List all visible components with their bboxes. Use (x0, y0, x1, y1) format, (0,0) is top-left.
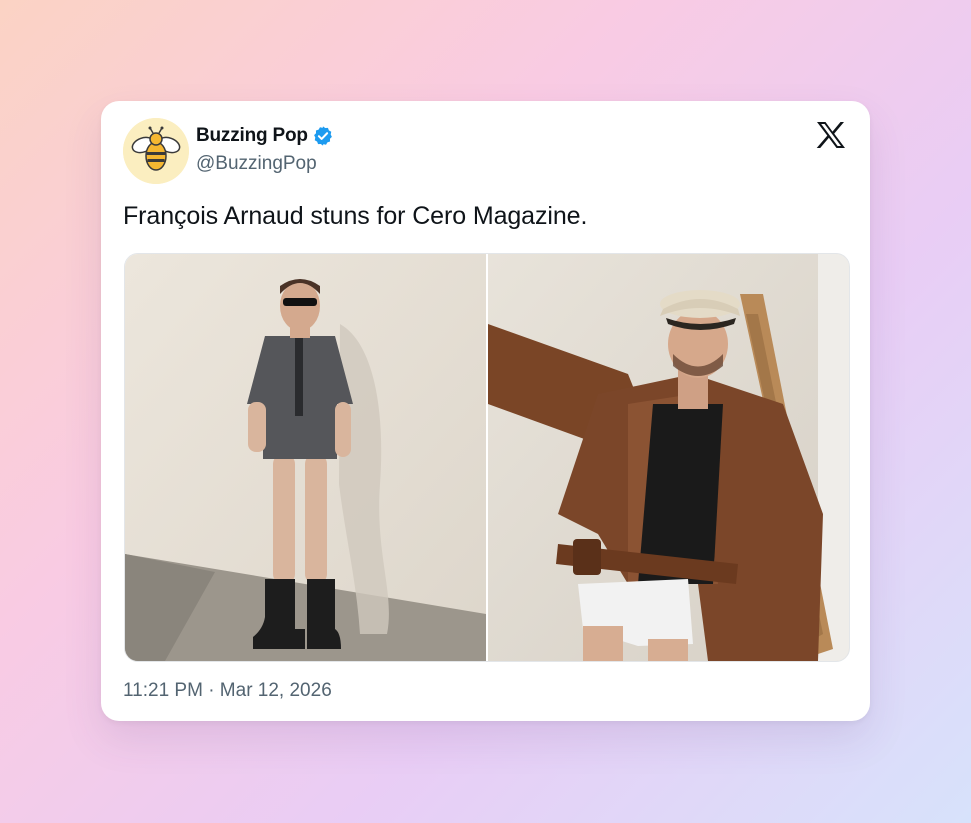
media-photo-1[interactable] (125, 254, 486, 661)
tweet-timestamp[interactable]: 11:21 PM · Mar 12, 2026 (123, 680, 332, 702)
tweet-card[interactable]: Buzzing Pop @BuzzingPop François Arnaud … (101, 101, 870, 721)
media-photo-2[interactable] (488, 254, 849, 661)
author-avatar[interactable] (123, 118, 189, 184)
tweet-text: François Arnaud stuns for Cero Magazine. (123, 202, 588, 230)
x-logo-icon[interactable] (816, 121, 846, 149)
author-handle[interactable]: @BuzzingPop (196, 153, 334, 175)
verified-badge-icon (312, 125, 334, 147)
author-display-name[interactable]: Buzzing Pop (196, 125, 308, 147)
author-info: Buzzing Pop @BuzzingPop (196, 123, 334, 175)
tweet-media[interactable] (124, 253, 850, 662)
bee-icon (123, 118, 189, 184)
author-name-row: Buzzing Pop (196, 123, 334, 149)
